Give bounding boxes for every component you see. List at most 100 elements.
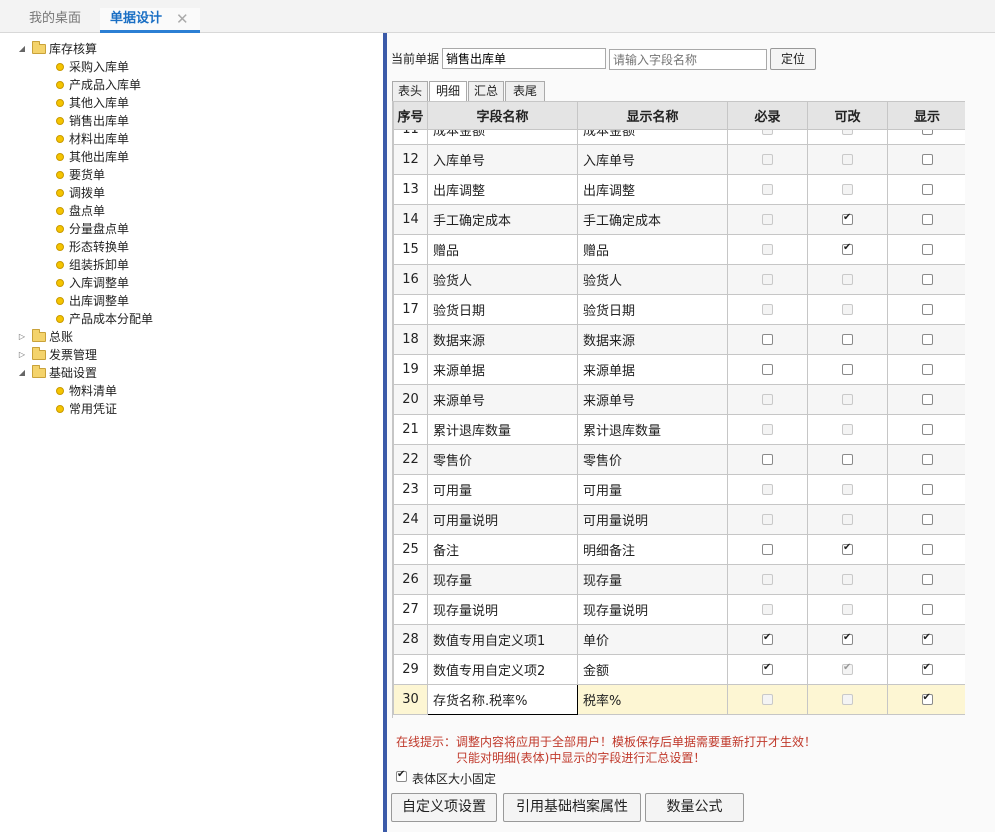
- field-name-cell[interactable]: 验货人: [427, 264, 578, 295]
- field-name-cell[interactable]: 来源单号: [427, 384, 578, 415]
- display-name-cell[interactable]: 数据来源: [577, 324, 728, 355]
- tree-item[interactable]: 其他入库单: [0, 94, 380, 112]
- field-name-cell[interactable]: 数值专用自定义项2: [427, 654, 578, 685]
- collapse-icon[interactable]: ◢: [17, 364, 27, 382]
- required-checkbox[interactable]: [762, 544, 773, 555]
- field-name-cell[interactable]: 数据来源: [427, 324, 578, 355]
- field-name-cell[interactable]: 现存量: [427, 564, 578, 595]
- visible-checkbox[interactable]: [921, 154, 933, 165]
- tree-folder[interactable]: ▷ 发票管理: [0, 346, 380, 364]
- visible-checkbox[interactable]: [921, 574, 933, 585]
- display-name-cell[interactable]: 可用量: [577, 474, 728, 505]
- display-name-cell[interactable]: 单价: [577, 624, 728, 655]
- table-row[interactable]: 12 入库单号 入库单号: [393, 144, 965, 175]
- field-name-cell[interactable]: 备注: [427, 534, 578, 565]
- visible-checkbox[interactable]: [921, 184, 933, 195]
- required-checkbox[interactable]: [762, 662, 773, 675]
- table-row[interactable]: 29 数值专用自定义项2 金额: [393, 654, 965, 685]
- table-row[interactable]: 27 现存量说明 现存量说明: [393, 594, 965, 625]
- table-row[interactable]: 21 累计退库数量 累计退库数量: [393, 414, 965, 445]
- field-name-cell[interactable]: 出库调整: [427, 174, 578, 205]
- tree-item[interactable]: 要货单: [0, 166, 380, 184]
- table-row[interactable]: 30 存货名称.税率% 税率%: [393, 684, 965, 715]
- editable-checkbox[interactable]: [842, 364, 853, 375]
- tree-folder[interactable]: ◢ 库存核算: [0, 40, 380, 58]
- col-editable-header[interactable]: 可改: [807, 101, 888, 130]
- subtab[interactable]: 表头: [392, 81, 428, 101]
- display-name-cell[interactable]: 来源单号: [577, 384, 728, 415]
- display-name-cell[interactable]: 现存量说明: [577, 594, 728, 625]
- col-display-header[interactable]: 显示名称: [577, 101, 728, 130]
- display-name-cell[interactable]: 现存量: [577, 564, 728, 595]
- tree-item[interactable]: 入库调整单: [0, 274, 380, 292]
- tree-item[interactable]: 常用凭证: [0, 400, 380, 418]
- required-checkbox[interactable]: [762, 454, 773, 465]
- tree-item[interactable]: 物料清单: [0, 382, 380, 400]
- tree-item[interactable]: 分量盘点单: [0, 220, 380, 238]
- tree-item[interactable]: 形态转换单: [0, 238, 380, 256]
- display-name-cell[interactable]: 验货人: [577, 264, 728, 295]
- col-no-header[interactable]: 序号: [393, 101, 428, 130]
- visible-checkbox[interactable]: [921, 424, 933, 435]
- tab-document-design[interactable]: 单据设计 ✕: [100, 8, 200, 33]
- quantity-formula-button[interactable]: 数量公式: [645, 793, 744, 822]
- col-required-header[interactable]: 必录: [727, 101, 808, 130]
- field-name-cell[interactable]: 验货日期: [427, 294, 578, 325]
- display-name-cell[interactable]: 明细备注: [577, 534, 728, 565]
- field-name-cell[interactable]: 赠品: [427, 234, 578, 265]
- required-checkbox[interactable]: [762, 632, 773, 645]
- tree-item[interactable]: 调拨单: [0, 184, 380, 202]
- display-name-cell[interactable]: 来源单据: [577, 354, 728, 385]
- tree-item[interactable]: 采购入库单: [0, 58, 380, 76]
- editable-checkbox[interactable]: [842, 454, 853, 465]
- editable-checkbox[interactable]: [842, 242, 853, 255]
- field-name-cell[interactable]: 数值专用自定义项1: [427, 624, 578, 655]
- field-name-cell[interactable]: 手工确定成本: [427, 204, 578, 235]
- table-row[interactable]: 23 可用量 可用量: [393, 474, 965, 505]
- field-name-cell[interactable]: 可用量: [427, 474, 578, 505]
- locate-button[interactable]: 定位: [770, 48, 816, 70]
- table-row[interactable]: 25 备注 明细备注: [393, 534, 965, 565]
- visible-checkbox[interactable]: [921, 244, 933, 255]
- current-document-field[interactable]: [442, 48, 606, 69]
- table-row[interactable]: 26 现存量 现存量: [393, 564, 965, 595]
- fixed-size-checkbox[interactable]: [396, 769, 407, 782]
- visible-checkbox[interactable]: [921, 604, 933, 615]
- editable-checkbox[interactable]: [842, 632, 853, 645]
- display-name-cell[interactable]: 累计退库数量: [577, 414, 728, 445]
- table-row[interactable]: 28 数值专用自定义项1 单价: [393, 624, 965, 655]
- expand-icon[interactable]: ▷: [17, 346, 27, 364]
- visible-checkbox[interactable]: [921, 662, 933, 675]
- expand-icon[interactable]: ▷: [17, 328, 27, 346]
- field-name-cell[interactable]: 累计退库数量: [427, 414, 578, 445]
- display-name-cell[interactable]: 验货日期: [577, 294, 728, 325]
- tree-item[interactable]: 出库调整单: [0, 292, 380, 310]
- tree-folder[interactable]: ◢ 基础设置: [0, 364, 380, 382]
- visible-checkbox[interactable]: [921, 514, 933, 525]
- visible-checkbox[interactable]: [921, 484, 933, 495]
- custom-item-settings-button[interactable]: 自定义项设置: [391, 793, 497, 822]
- visible-checkbox[interactable]: [921, 544, 933, 555]
- reference-basic-archive-button[interactable]: 引用基础档案属性: [503, 793, 641, 822]
- table-row[interactable]: 16 验货人 验货人: [393, 264, 965, 295]
- tree-item[interactable]: 组装拆卸单: [0, 256, 380, 274]
- editable-checkbox[interactable]: [842, 334, 853, 345]
- close-icon[interactable]: ✕: [176, 8, 189, 30]
- subtab[interactable]: 表尾: [505, 81, 545, 101]
- table-row[interactable]: 18 数据来源 数据来源: [393, 324, 965, 355]
- required-checkbox[interactable]: [762, 334, 773, 345]
- display-name-cell[interactable]: 入库单号: [577, 144, 728, 175]
- field-name-cell[interactable]: 来源单据: [427, 354, 578, 385]
- editable-checkbox[interactable]: [842, 212, 853, 225]
- visible-checkbox[interactable]: [921, 274, 933, 285]
- tree-item[interactable]: 产成品入库单: [0, 76, 380, 94]
- table-row[interactable]: 19 来源单据 来源单据: [393, 354, 965, 385]
- tree-item[interactable]: 其他出库单: [0, 148, 380, 166]
- field-name-cell[interactable]: 零售价: [427, 444, 578, 475]
- display-name-cell[interactable]: 金额: [577, 654, 728, 685]
- col-visible-header[interactable]: 显示: [887, 101, 965, 130]
- required-checkbox[interactable]: [762, 364, 773, 375]
- visible-checkbox[interactable]: [921, 364, 933, 375]
- tab-my-desktop[interactable]: 我的桌面: [29, 8, 81, 33]
- visible-checkbox[interactable]: [921, 334, 933, 345]
